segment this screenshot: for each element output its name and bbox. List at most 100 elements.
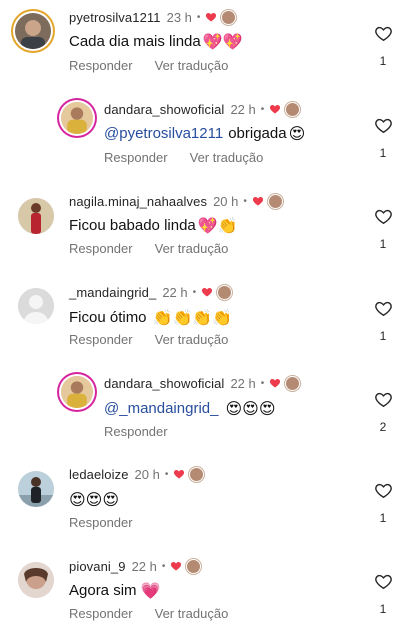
comment-actions: Responder Ver tradução bbox=[69, 606, 228, 621]
reply-button[interactable]: Responder bbox=[104, 150, 168, 165]
separator: • bbox=[192, 286, 197, 298]
comment-meta: nagila.minaj_nahaalves 20 h • bbox=[69, 192, 283, 210]
timestamp: 20 h bbox=[213, 193, 239, 209]
like-count: 1 bbox=[379, 54, 387, 68]
comment-body: Ficou babado linda bbox=[69, 217, 196, 234]
comment-text: Ficou babado linda 💖👏 bbox=[69, 216, 238, 235]
comment-meta: piovani_9 22 h • bbox=[69, 557, 202, 575]
username[interactable]: nagila.minaj_nahaalves bbox=[69, 194, 207, 209]
comment-body: Cada dia mais linda bbox=[69, 33, 201, 50]
heart-outline-icon[interactable] bbox=[374, 24, 393, 43]
comment-emojis: 💗 bbox=[140, 581, 161, 600]
timestamp: 22 h bbox=[230, 101, 256, 117]
comment-item: pyetrosilva1211 23 h • Cada dia mais lin… bbox=[0, 0, 411, 90]
translate-button[interactable]: Ver tradução bbox=[190, 150, 264, 165]
comment-actions: Responder Ver tradução bbox=[69, 58, 228, 73]
comment-meta: pyetrosilva1211 23 h • bbox=[69, 8, 237, 26]
comment-text: Agora sim 💗 bbox=[69, 581, 160, 600]
like-count: 2 bbox=[379, 420, 387, 434]
creator-avatar-mini bbox=[285, 375, 301, 391]
username[interactable]: pyetrosilva1211 bbox=[69, 10, 161, 25]
comment-body: Ficou ótimo bbox=[69, 309, 147, 326]
mention-link[interactable]: @pyetrosilva1211 bbox=[104, 125, 223, 142]
comment-meta: _mandaingrid_ 22 h • bbox=[69, 283, 233, 301]
comment-emojis: 💖👏 bbox=[197, 216, 238, 235]
comment-emojis: 😍 bbox=[288, 124, 306, 143]
comment-emojis: 😍😍😍 bbox=[69, 490, 120, 509]
reply-item: dandara_showoficial 22 h • @_mandaingrid… bbox=[0, 364, 411, 454]
avatar[interactable] bbox=[61, 376, 93, 408]
timestamp: 23 h bbox=[166, 9, 192, 25]
like-control: 2 bbox=[369, 390, 397, 434]
separator: • bbox=[260, 377, 265, 389]
comment-item: _mandaingrid_ 22 h • Ficou ótimo 👏👏👏👏 Re… bbox=[0, 274, 411, 364]
like-control: 1 bbox=[369, 481, 397, 525]
like-count: 1 bbox=[379, 602, 387, 616]
creator-avatar-mini bbox=[217, 284, 233, 300]
comment-text: Cada dia mais linda 💖💖 bbox=[69, 32, 243, 51]
reply-item: dandara_showoficial 22 h • @pyetrosilva1… bbox=[0, 90, 411, 180]
reply-button[interactable]: Responder bbox=[69, 332, 133, 347]
comment-meta: ledaeloize 20 h • bbox=[69, 465, 205, 483]
reply-button[interactable]: Responder bbox=[69, 606, 133, 621]
comment-actions: Responder bbox=[104, 424, 168, 439]
mention-link[interactable]: @_mandaingrid_ bbox=[104, 400, 218, 417]
reply-button[interactable]: Responder bbox=[104, 424, 168, 439]
like-count: 1 bbox=[379, 237, 387, 251]
comment-item: nagila.minaj_nahaalves 20 h • Ficou baba… bbox=[0, 182, 411, 272]
heart-outline-icon[interactable] bbox=[374, 299, 393, 318]
creator-avatar-mini bbox=[186, 558, 202, 574]
separator: • bbox=[260, 103, 265, 115]
username[interactable]: piovani_9 bbox=[69, 559, 126, 574]
creator-avatar-mini bbox=[189, 466, 205, 482]
comment-text: @pyetrosilva1211 obrigada 😍 bbox=[104, 124, 305, 143]
username[interactable]: _mandaingrid_ bbox=[69, 285, 156, 300]
timestamp: 22 h bbox=[162, 284, 188, 300]
creator-liked-heart-icon bbox=[206, 13, 217, 22]
username[interactable]: ledaeloize bbox=[69, 467, 129, 482]
timestamp: 22 h bbox=[131, 558, 157, 574]
username[interactable]: dandara_showoficial bbox=[104, 102, 224, 117]
reply-button[interactable]: Responder bbox=[69, 58, 133, 73]
comment-meta: dandara_showoficial 22 h • bbox=[104, 100, 301, 118]
translate-button[interactable]: Ver tradução bbox=[155, 606, 229, 621]
heart-outline-icon[interactable] bbox=[374, 572, 393, 591]
comment-actions: Responder bbox=[69, 515, 133, 530]
comment-actions: Responder Ver tradução bbox=[69, 241, 228, 256]
heart-outline-icon[interactable] bbox=[374, 390, 393, 409]
comment-emojis: 😍😍😍 bbox=[225, 399, 276, 418]
reply-button[interactable]: Responder bbox=[69, 241, 133, 256]
avatar[interactable] bbox=[18, 198, 54, 234]
comment-body: obrigada bbox=[228, 125, 287, 142]
reply-button[interactable]: Responder bbox=[69, 515, 133, 530]
creator-avatar-mini bbox=[285, 101, 301, 117]
like-control: 1 bbox=[369, 299, 397, 343]
like-count: 1 bbox=[379, 329, 387, 343]
avatar[interactable] bbox=[18, 288, 54, 324]
comment-emojis: 👏👏👏👏 bbox=[152, 308, 233, 327]
separator: • bbox=[161, 560, 166, 572]
heart-outline-icon[interactable] bbox=[374, 481, 393, 500]
like-count: 1 bbox=[379, 146, 387, 160]
like-count: 1 bbox=[379, 511, 387, 525]
separator: • bbox=[164, 468, 169, 480]
username[interactable]: dandara_showoficial bbox=[104, 376, 224, 391]
avatar[interactable] bbox=[61, 102, 93, 134]
avatar[interactable] bbox=[15, 13, 51, 49]
timestamp: 20 h bbox=[134, 466, 160, 482]
translate-button[interactable]: Ver tradução bbox=[155, 332, 229, 347]
comment-text: @_mandaingrid_ 😍😍😍 bbox=[104, 399, 276, 418]
translate-button[interactable]: Ver tradução bbox=[155, 58, 229, 73]
like-control: 1 bbox=[369, 116, 397, 160]
like-control: 1 bbox=[369, 24, 397, 68]
avatar[interactable] bbox=[18, 471, 54, 507]
comment-emojis: 💖💖 bbox=[202, 32, 243, 51]
comment-meta: dandara_showoficial 22 h • bbox=[104, 374, 301, 392]
avatar[interactable] bbox=[18, 562, 54, 598]
heart-outline-icon[interactable] bbox=[374, 116, 393, 135]
creator-liked-heart-icon bbox=[270, 379, 281, 388]
timestamp: 22 h bbox=[230, 375, 256, 391]
heart-outline-icon[interactable] bbox=[374, 207, 393, 226]
comment-actions: Responder Ver tradução bbox=[104, 150, 263, 165]
translate-button[interactable]: Ver tradução bbox=[155, 241, 229, 256]
